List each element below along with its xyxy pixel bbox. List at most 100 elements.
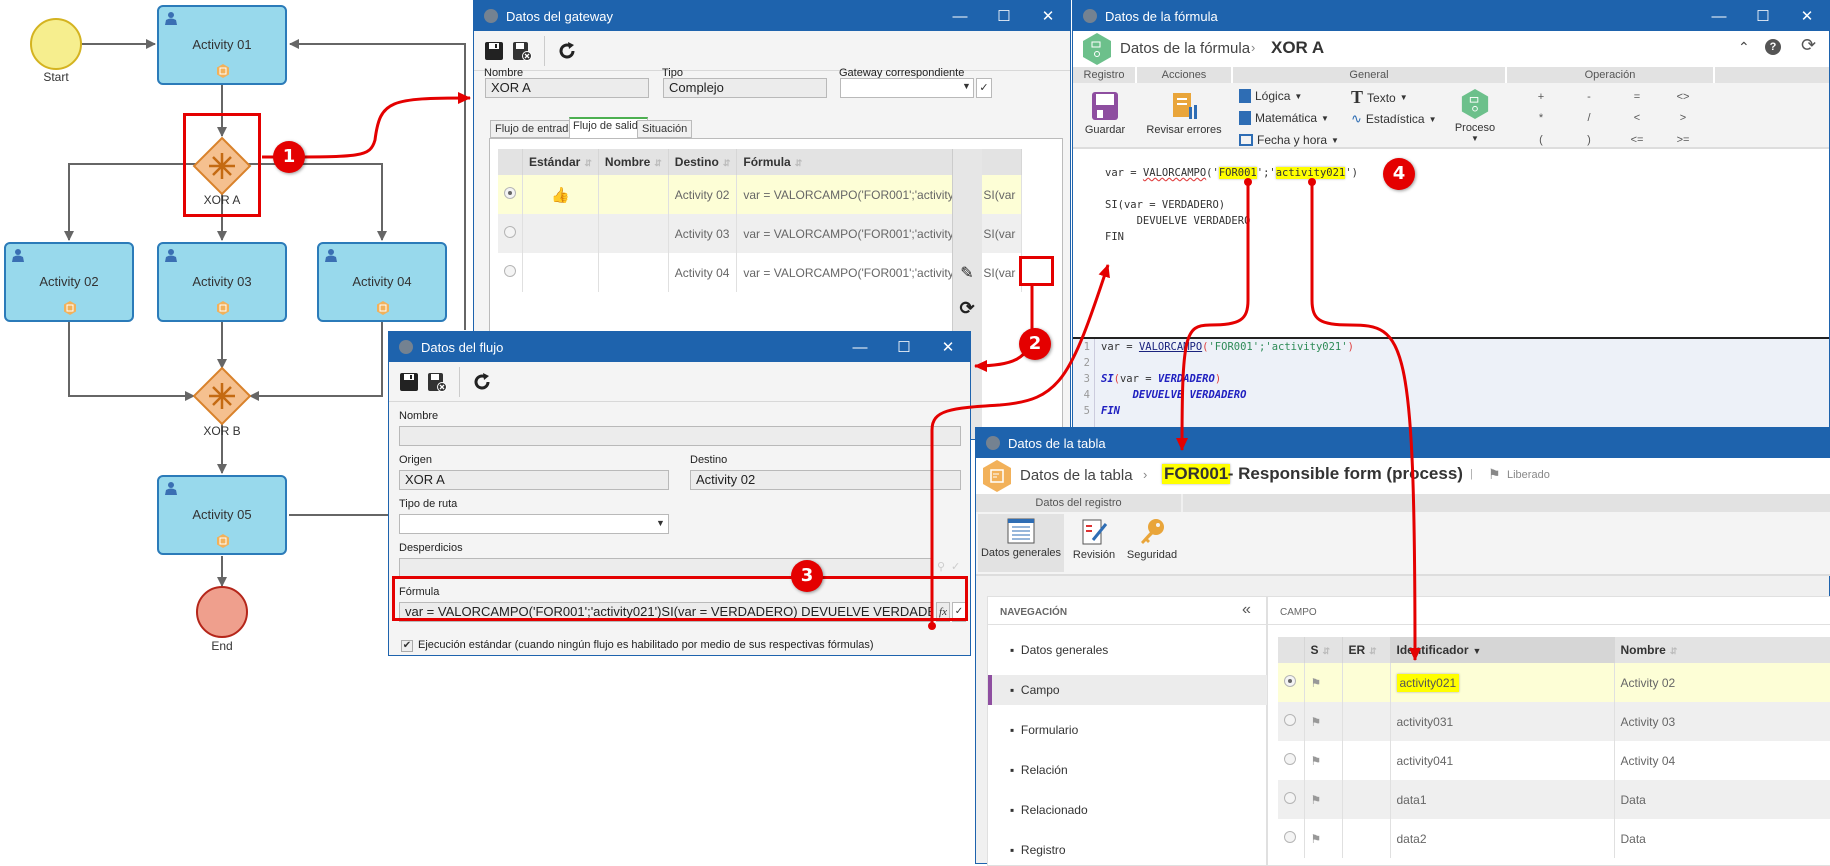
- activity-05[interactable]: Activity 05: [157, 475, 287, 555]
- row-radio[interactable]: [1284, 831, 1296, 843]
- table-row[interactable]: ⚑ activity021 Activity 02: [1278, 663, 1830, 702]
- revisar-errores-button[interactable]: Revisar errores: [1137, 91, 1231, 136]
- gateway-corr-select[interactable]: [840, 78, 974, 98]
- nav-item-campo[interactable]: ▪ Campo: [988, 675, 1268, 705]
- matematica-menu[interactable]: Matemática ▼: [1239, 111, 1329, 125]
- table-row[interactable]: 👍 Activity 02 var = VALORCAMPO('FOR001';…: [498, 175, 1023, 214]
- row-radio[interactable]: [1284, 714, 1296, 726]
- logica-menu[interactable]: Lógica ▼: [1239, 89, 1302, 103]
- refresh-grid-button[interactable]: ⟳: [954, 295, 980, 321]
- estadistica-menu[interactable]: ∿ Estadística ▼: [1351, 111, 1437, 127]
- activity-02[interactable]: Activity 02: [4, 242, 134, 322]
- breadcrumb-code: FOR001: [1162, 464, 1231, 484]
- nombre-field[interactable]: [399, 426, 961, 446]
- op-plus[interactable]: +: [1531, 91, 1551, 103]
- col-estandar[interactable]: Estándar ⇵: [522, 149, 599, 175]
- fecha-hora-menu[interactable]: Fecha y hora ▼: [1239, 133, 1339, 147]
- flow-xora-to-activity04: [248, 163, 387, 241]
- collapse-ribbon-icon[interactable]: ⌃: [1738, 39, 1750, 56]
- col-nombre[interactable]: Nombre ⇵: [1614, 637, 1830, 663]
- collapse-nav-icon[interactable]: «: [1242, 601, 1251, 619]
- col-identificador[interactable]: Identificador ▼: [1390, 637, 1615, 663]
- row-radio[interactable]: [504, 226, 516, 238]
- nombre-field[interactable]: XOR A: [485, 78, 649, 98]
- proceso-button[interactable]: Proceso ▼: [1447, 89, 1503, 143]
- op-minus[interactable]: -: [1579, 91, 1599, 103]
- ejecucion-estandar-checkbox[interactable]: ✔: [401, 640, 413, 652]
- op-equal[interactable]: =: [1627, 91, 1647, 103]
- tipo-ruta-select[interactable]: [399, 514, 669, 534]
- nav-item-relacion[interactable]: ▪ Relación: [988, 755, 1268, 785]
- table-row[interactable]: Activity 03 var = VALORCAMPO('FOR001';'a…: [498, 214, 1023, 253]
- table-row[interactable]: ⚑ data2 Data: [1278, 819, 1830, 858]
- origen-field[interactable]: XOR A: [399, 470, 669, 490]
- row-radio[interactable]: [1284, 753, 1296, 765]
- maximize-button[interactable]: ☐: [882, 332, 926, 362]
- activity-01[interactable]: Activity 01: [157, 5, 287, 85]
- table-row[interactable]: ⚑ data1 Data: [1278, 780, 1830, 819]
- datos-generales-button[interactable]: Datos generales: [978, 514, 1064, 572]
- op-open-paren[interactable]: (: [1531, 134, 1551, 146]
- op-less-equal[interactable]: <=: [1627, 134, 1647, 146]
- activity-03[interactable]: Activity 03: [157, 242, 287, 322]
- op-divide[interactable]: /: [1579, 112, 1599, 124]
- search-icon[interactable]: ⚲: [937, 560, 945, 573]
- op-greater[interactable]: >: [1673, 112, 1693, 124]
- op-greater-equal[interactable]: >=: [1673, 134, 1693, 146]
- refresh-icon[interactable]: [472, 372, 492, 392]
- seguridad-button[interactable]: Seguridad: [1124, 518, 1180, 561]
- op-close-paren[interactable]: ): [1579, 134, 1599, 146]
- breadcrumb-root[interactable]: Datos de la fórmula: [1120, 40, 1250, 57]
- col-er[interactable]: ER ⇵: [1342, 637, 1391, 663]
- nav-item-formulario[interactable]: ▪ Formulario: [988, 715, 1268, 745]
- nav-item-registro[interactable]: ▪ Registro: [988, 835, 1268, 865]
- col-nombre[interactable]: Nombre ⇵: [598, 149, 669, 175]
- close-button[interactable]: ✕: [926, 332, 970, 362]
- save-and-close-icon[interactable]: [512, 41, 532, 61]
- refresh-icon[interactable]: [557, 41, 577, 61]
- row-radio[interactable]: [504, 265, 516, 277]
- op-multiply[interactable]: *: [1531, 112, 1551, 124]
- tipo-field[interactable]: Complejo: [663, 78, 827, 98]
- row-radio[interactable]: [1284, 792, 1296, 804]
- save-icon[interactable]: [484, 41, 504, 61]
- save-icon[interactable]: [399, 372, 419, 392]
- navigation-panel: NAVEGACIÓN « ▪ Datos generales ▪ Campo ▪…: [987, 596, 1268, 866]
- edit-pencil-button[interactable]: ✎: [954, 261, 980, 287]
- destino-field[interactable]: Activity 02: [690, 470, 961, 490]
- minimize-button[interactable]: —: [938, 1, 982, 31]
- clear-brush-icon[interactable]: ✓: [951, 560, 960, 573]
- close-button[interactable]: ✕: [1785, 1, 1829, 31]
- desperdicios-field[interactable]: [399, 558, 933, 578]
- col-destino[interactable]: Destino ⇵: [668, 149, 738, 175]
- guardar-button[interactable]: Guardar: [1077, 91, 1133, 136]
- table-row[interactable]: ⚑ activity031 Activity 03: [1278, 702, 1830, 741]
- cell-er: [1342, 663, 1391, 702]
- nav-item-datos-generales[interactable]: ▪ Datos generales: [988, 635, 1268, 665]
- refresh-icon[interactable]: ⟳: [1801, 35, 1816, 56]
- nav-item-relacionado[interactable]: ▪ Relacionado: [988, 795, 1268, 825]
- tab-flujo-entrada[interactable]: Flujo de entrada: [490, 120, 580, 138]
- table-row[interactable]: Activity 04 var = VALORCAMPO('FOR001';'a…: [498, 253, 1023, 292]
- table-row[interactable]: ⚑ activity041 Activity 04: [1278, 741, 1830, 780]
- ribbon-group-empty: [1183, 494, 1830, 512]
- tab-situacion[interactable]: Situación: [637, 120, 693, 138]
- op-not-equal[interactable]: <>: [1673, 91, 1693, 103]
- maximize-button[interactable]: ☐: [982, 1, 1026, 31]
- help-icon[interactable]: ?: [1765, 39, 1781, 55]
- breadcrumb-root[interactable]: Datos de la tabla: [1020, 467, 1133, 484]
- texto-menu[interactable]: T Texto ▼: [1351, 87, 1408, 108]
- activity-04[interactable]: Activity 04: [317, 242, 447, 322]
- row-radio[interactable]: [1284, 675, 1296, 687]
- revision-button[interactable]: Revisión: [1066, 518, 1122, 561]
- formula-editor[interactable]: var = VALORCAMPO('FOR001';'activity021')…: [1073, 151, 1829, 337]
- op-less[interactable]: <: [1627, 112, 1647, 124]
- col-s[interactable]: S ⇵: [1304, 637, 1343, 663]
- save-and-close-icon[interactable]: [427, 372, 447, 392]
- maximize-button[interactable]: ☐: [1741, 1, 1785, 31]
- minimize-button[interactable]: —: [838, 332, 882, 362]
- close-button[interactable]: ✕: [1026, 1, 1070, 31]
- row-radio[interactable]: [504, 187, 516, 199]
- minimize-button[interactable]: —: [1697, 1, 1741, 31]
- clear-brush-button[interactable]: ✓: [976, 78, 992, 98]
